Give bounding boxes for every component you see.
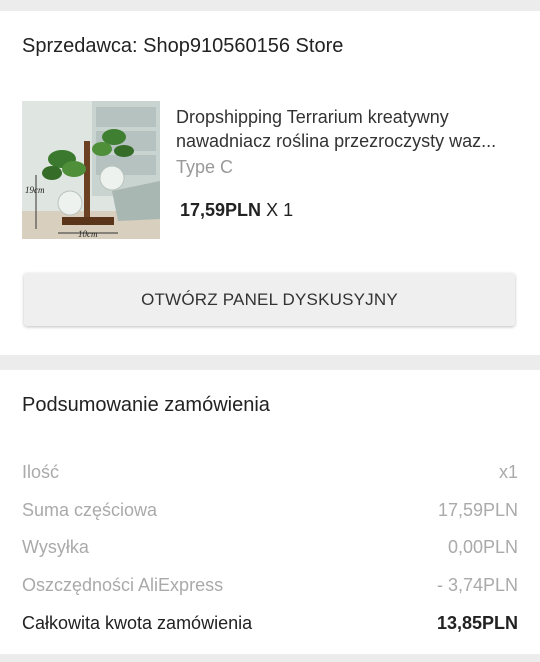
summary-label: Suma częściowa xyxy=(22,500,158,520)
product-price: 17,59PLN xyxy=(180,200,262,220)
product-price-row: 17,59PLN X 1 xyxy=(180,200,293,221)
summary-row-shipping: Wysyłka 0,00PLN xyxy=(22,537,518,561)
product-title-line: Dropshipping Terrarium kreatywny xyxy=(176,107,449,127)
summary-value: 17,59PLN xyxy=(437,500,518,520)
summary-label: Ilość xyxy=(22,462,60,482)
product-title-line: nawadniacz roślina przezroczysty waz... xyxy=(176,131,497,151)
product-quantity: X 1 xyxy=(266,200,294,220)
summary-label: Oszczędności AliExpress xyxy=(22,575,224,595)
summary-row-savings: Oszczędności AliExpress - 3,74PLN xyxy=(22,575,518,599)
summary-row-quantity: Ilość x1 xyxy=(22,462,518,486)
summary-label: Wysyłka xyxy=(22,537,89,557)
order-summary-card: Podsumowanie zamówienia Ilość x1 Suma cz… xyxy=(0,370,540,654)
total-label: Całkowita kwota zamówienia xyxy=(22,613,253,633)
total-value: 13,85PLN xyxy=(436,613,518,633)
product-image[interactable]: 19cm 10cm xyxy=(22,101,160,239)
summary-row-total: Całkowita kwota zamówienia 13,85PLN xyxy=(22,613,518,637)
order-summary-title: Podsumowanie zamówienia xyxy=(22,394,270,416)
product-title[interactable]: Dropshipping Terrarium kreatywny nawadni… xyxy=(176,105,526,153)
summary-value: x1 xyxy=(498,462,518,482)
seller-name[interactable]: Sprzedawca: Shop910560156 Store xyxy=(22,35,343,58)
terrarium-image-icon: 19cm 10cm xyxy=(22,101,160,239)
product-variant: Type C xyxy=(176,157,234,177)
summary-value: - 3,74PLN xyxy=(436,575,518,595)
summary-value: 0,00PLN xyxy=(447,537,518,557)
width-label: 10cm xyxy=(78,229,98,239)
seller-card: Sprzedawca: Shop910560156 Store 19cm 10c… xyxy=(0,11,540,355)
height-label: 19cm xyxy=(25,185,45,195)
summary-row-subtotal: Suma częściowa 17,59PLN xyxy=(22,500,518,524)
open-dispute-button[interactable]: OTWÓRZ PANEL DYSKUSYJNY xyxy=(24,273,515,326)
